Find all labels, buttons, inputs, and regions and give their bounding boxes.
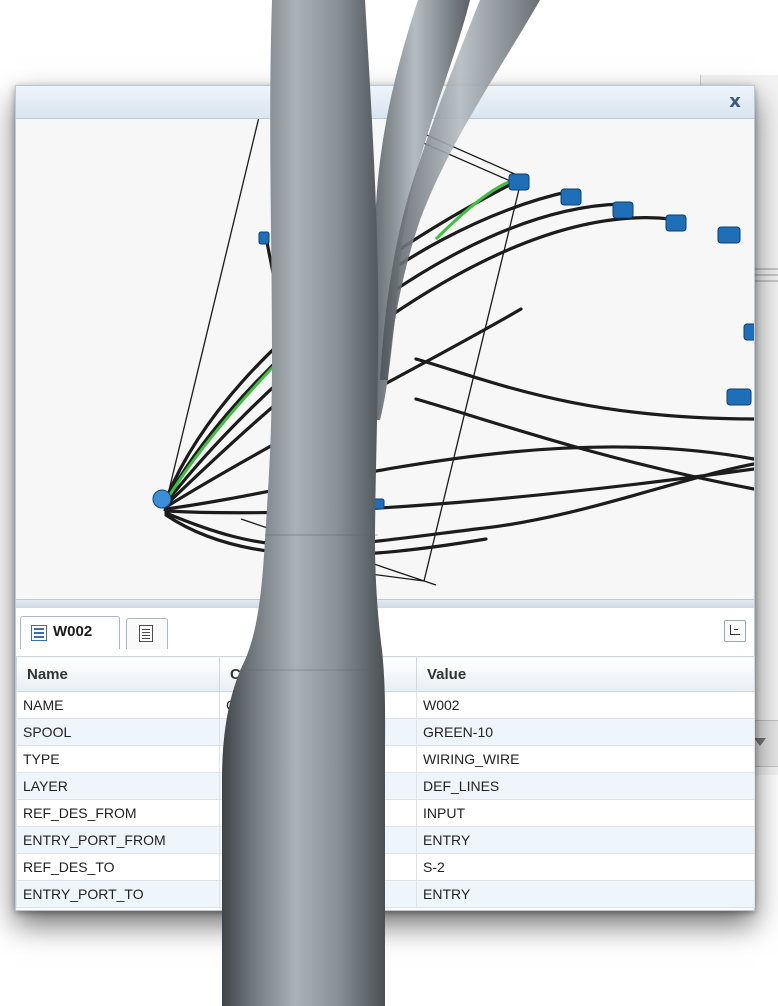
cell-value: W002 [416, 691, 755, 719]
table-row[interactable]: ENTRY_PORT_TO ENTRY [16, 880, 755, 908]
table-row[interactable]: REF_DES_FROM C INPUT [16, 799, 755, 827]
cell-name: TYPE [16, 745, 220, 773]
connector-icon [508, 173, 530, 191]
bounding-box-lines [163, 119, 527, 586]
cell-c: C [219, 772, 417, 800]
cell-name: NAME [16, 691, 220, 719]
cell-c: C [219, 745, 417, 773]
cell-name: REF_DES_FROM [16, 799, 220, 827]
cell-name: LAYER [16, 772, 220, 800]
3d-model-viewport[interactable] [16, 119, 754, 599]
connector-icon [665, 214, 687, 232]
cell-value: INPUT [416, 799, 755, 827]
cell-value: GREEN-10 [416, 718, 755, 746]
cell-name: ENTRY_PORT_TO [16, 880, 220, 908]
cell-value: ENTRY [416, 880, 755, 908]
cell-c: C [219, 718, 417, 746]
document-list-icon [139, 625, 153, 642]
panel-titlebar[interactable]: el x [16, 86, 754, 119]
column-header-name[interactable]: Name [16, 656, 220, 692]
cell-value: WIRING_WIRE [416, 745, 755, 773]
cell-c [219, 880, 417, 908]
table-row[interactable]: TYPE C WIRING_WIRE [16, 745, 755, 773]
tab-w002[interactable]: W002 [20, 616, 120, 649]
cell-name: ENTRY_PORT_FROM [16, 826, 220, 854]
column-header-c[interactable]: C [219, 656, 417, 692]
table-row[interactable]: LAYER C DEF_LINES [16, 772, 755, 800]
background-grip-icon [752, 268, 778, 296]
chevron-down-icon[interactable] [754, 738, 766, 746]
restore-pane-button[interactable] [724, 620, 746, 642]
table-header-row: Name C Value [16, 656, 755, 692]
tab-bar: W002 [16, 608, 754, 656]
connector-icon [612, 201, 634, 219]
table-row[interactable]: NAME C W002 [16, 691, 755, 719]
harness-model-drawing[interactable] [16, 119, 754, 599]
connector-icon [258, 231, 270, 245]
cell-value: ENTRY [416, 826, 755, 854]
cell-value: S-2 [416, 853, 755, 881]
connector-icon [743, 323, 754, 341]
model-panel: el x W002 Name C Value NAME C W002 SPOOL… [15, 85, 755, 911]
wire-bundle [164, 177, 754, 557]
table-row[interactable]: SPOOL C GREEN-10 [16, 718, 755, 746]
table-row[interactable]: REF_DES_TO S-2 [16, 853, 755, 881]
tab-document[interactable] [126, 618, 168, 649]
cell-name: REF_DES_TO [16, 853, 220, 881]
close-button[interactable]: x [724, 91, 746, 113]
column-header-value[interactable]: Value [416, 656, 755, 692]
cell-value: DEF_LINES [416, 772, 755, 800]
panel-title: el [359, 92, 371, 109]
cell-c: C [219, 691, 417, 719]
tab-label: W002 [53, 623, 93, 640]
connector-icon [560, 188, 582, 206]
cell-c [219, 826, 417, 854]
properties-table: Name C Value NAME C W002 SPOOL C GREEN-10 TY… [16, 656, 755, 908]
connector-icon [373, 498, 385, 510]
table-grid-icon [31, 625, 47, 641]
cell-c: C [219, 799, 417, 827]
connector-icon [717, 226, 741, 244]
connector-icon [152, 489, 172, 509]
cell-name: SPOOL [16, 718, 220, 746]
connector-icon [726, 388, 752, 406]
cell-c [219, 853, 417, 881]
table-row[interactable]: ENTRY_PORT_FROM ENTRY [16, 826, 755, 854]
